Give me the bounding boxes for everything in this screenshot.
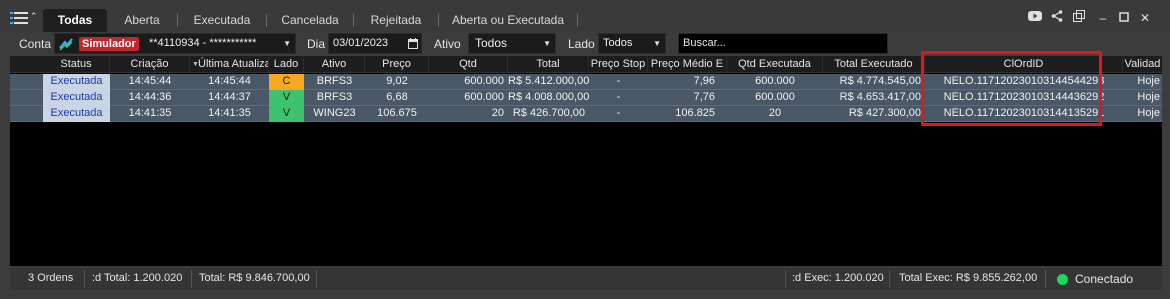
minimize-icon[interactable]: –: [1095, 10, 1111, 26]
conta-label: Conta: [19, 37, 52, 51]
column-lado[interactable]: Lado: [269, 56, 304, 73]
validade-cell: Hoje: [1137, 91, 1160, 103]
column-qtd[interactable]: Qtd: [429, 56, 508, 73]
total-exec-cell: R$ 4.774.545,00: [839, 75, 921, 87]
simulador-badge: Simulador: [79, 37, 139, 51]
criacao-cell: 14:44:36: [128, 91, 172, 103]
qtd-exec-cell: 20: [768, 107, 782, 119]
qtd-cell: 20: [491, 107, 504, 119]
connection-status-icon: [1057, 274, 1068, 285]
lado-value: Todos: [603, 37, 633, 49]
total-cell: R$ 426.700,00: [512, 107, 585, 119]
orders-count: 3 Ordens: [28, 272, 74, 284]
qtd-exec-total: :d Exec: 1.200.020: [792, 272, 884, 284]
ativo-cell: WING23: [313, 107, 356, 119]
dia-label: Dia: [307, 37, 326, 51]
qtd-cell: 600.000: [464, 91, 504, 103]
lado-label: Lado: [568, 37, 595, 51]
close-icon[interactable]: ✕: [1137, 10, 1153, 26]
validade-cell: Hoje: [1137, 75, 1160, 87]
qtd-exec-cell: 600.000: [755, 75, 795, 87]
column-preco-medio[interactable]: Preço Médio E: [648, 56, 727, 73]
column-total-executado[interactable]: Total Executado: [823, 56, 925, 73]
preco-medio-cell: 106.825: [675, 107, 715, 119]
search-input[interactable]: Buscar...: [678, 33, 888, 54]
total-cell: R$ 5.412.000,00: [508, 75, 589, 87]
criacao-cell: 14:45:44: [128, 75, 172, 87]
ativo-cell: BRFS3: [316, 75, 353, 87]
conta-value: **4110934 - ***********: [149, 37, 257, 49]
chevron-down-icon: ▼: [653, 39, 661, 48]
column-preco-stop[interactable]: Preço Stop: [589, 56, 648, 73]
qtd-exec-cell: 600.000: [755, 91, 795, 103]
preco-stop-cell: -: [616, 75, 621, 87]
total-exec-value: Total Exec: R$ 9.855.262,00: [899, 272, 1038, 284]
preco-cell: 106.675: [377, 107, 417, 119]
calendar-icon[interactable]: [408, 38, 418, 49]
tab-executada[interactable]: Executada: [178, 9, 266, 32]
lado-cell: V: [269, 106, 304, 122]
lado-cell: V: [269, 90, 304, 106]
preco-stop-cell: -: [616, 107, 621, 119]
ativo-cell: BRFS3: [316, 91, 353, 103]
account-logo-icon: [59, 38, 73, 51]
ultima-cell: 14:45:44: [208, 75, 251, 87]
lado-select[interactable]: Todos ▼: [598, 33, 666, 54]
validade-cell: Hoje: [1137, 107, 1160, 119]
qtd-total: :d Total: 1.200.020: [92, 272, 183, 284]
total-value: Total: R$ 9.846.700,00: [199, 272, 310, 284]
column-validade[interactable]: Validad: [1123, 56, 1162, 73]
chevron-down-icon: ▼: [283, 39, 291, 48]
column-qtd-executada[interactable]: Qtd Executada: [727, 56, 823, 73]
ultima-cell: 14:41:35: [208, 107, 251, 119]
ultima-cell: 14:44:37: [208, 91, 251, 103]
tab-todas[interactable]: Todas: [43, 9, 107, 32]
tab-cancelada[interactable]: Cancelada: [267, 9, 353, 32]
column-criacao[interactable]: Criação: [110, 56, 190, 73]
total-exec-cell: R$ 4.653.417,00: [839, 91, 921, 103]
video-icon[interactable]: [1027, 10, 1043, 26]
ativo-value: Todos: [475, 36, 508, 50]
popout-icon[interactable]: [1071, 10, 1087, 26]
qtd-cell: 600.000: [464, 75, 504, 87]
preco-medio-cell: 7,76: [693, 91, 715, 103]
lado-cell: C: [269, 74, 304, 90]
column-total[interactable]: Total: [508, 56, 589, 73]
maximize-icon[interactable]: [1116, 10, 1132, 26]
column-ativo[interactable]: Ativo: [304, 56, 365, 73]
preco-medio-cell: 7,96: [693, 75, 715, 87]
preco-cell: 6,68: [386, 91, 408, 103]
sort-desc-icon: ▼: [192, 61, 199, 68]
criacao-cell: 14:41:35: [128, 107, 172, 119]
chevron-up-icon: ⌃: [30, 11, 38, 21]
preco-stop-cell: -: [616, 91, 621, 103]
tab-rejeitada[interactable]: Rejeitada: [354, 9, 438, 32]
chevron-down-icon: ▼: [543, 39, 551, 48]
preco-cell: 9,02: [386, 75, 408, 87]
share-icon[interactable]: [1049, 10, 1065, 26]
status-bar: 3 Ordens :d Total: 1.200.020 Total: R$ 9…: [10, 268, 1162, 290]
top-bar: ⌃ Todas Aberta Executada Cancelada Rejei…: [0, 0, 1170, 32]
ativo-select[interactable]: Todos ▼: [468, 33, 556, 54]
ativo-label: Ativo: [434, 37, 461, 51]
menu-button[interactable]: ⌃: [10, 9, 40, 29]
conta-select[interactable]: Simulador **4110934 - *********** ▼: [54, 33, 296, 54]
tab-aberta[interactable]: Aberta: [107, 9, 177, 32]
column-preco[interactable]: Preço: [365, 56, 429, 73]
column-ultima-atualizacao[interactable]: ▼ Última Atualiza: [190, 56, 269, 73]
highlight-annotation-box: [921, 51, 1102, 126]
connection-status: Conectado: [1075, 272, 1134, 286]
column-status[interactable]: Status: [43, 56, 110, 73]
status-cell: Executada: [43, 74, 110, 90]
date-value: 03/01/2023: [333, 37, 389, 49]
tab-aberta-ou-executada[interactable]: Aberta ou Executada: [439, 9, 577, 32]
status-cell: Executada: [43, 106, 110, 122]
status-cell: Executada: [43, 90, 110, 106]
total-exec-cell: R$ 427.300,00: [848, 107, 921, 119]
date-field[interactable]: 03/01/2023: [328, 33, 422, 54]
total-cell: R$ 4.008.000,00: [508, 91, 589, 103]
